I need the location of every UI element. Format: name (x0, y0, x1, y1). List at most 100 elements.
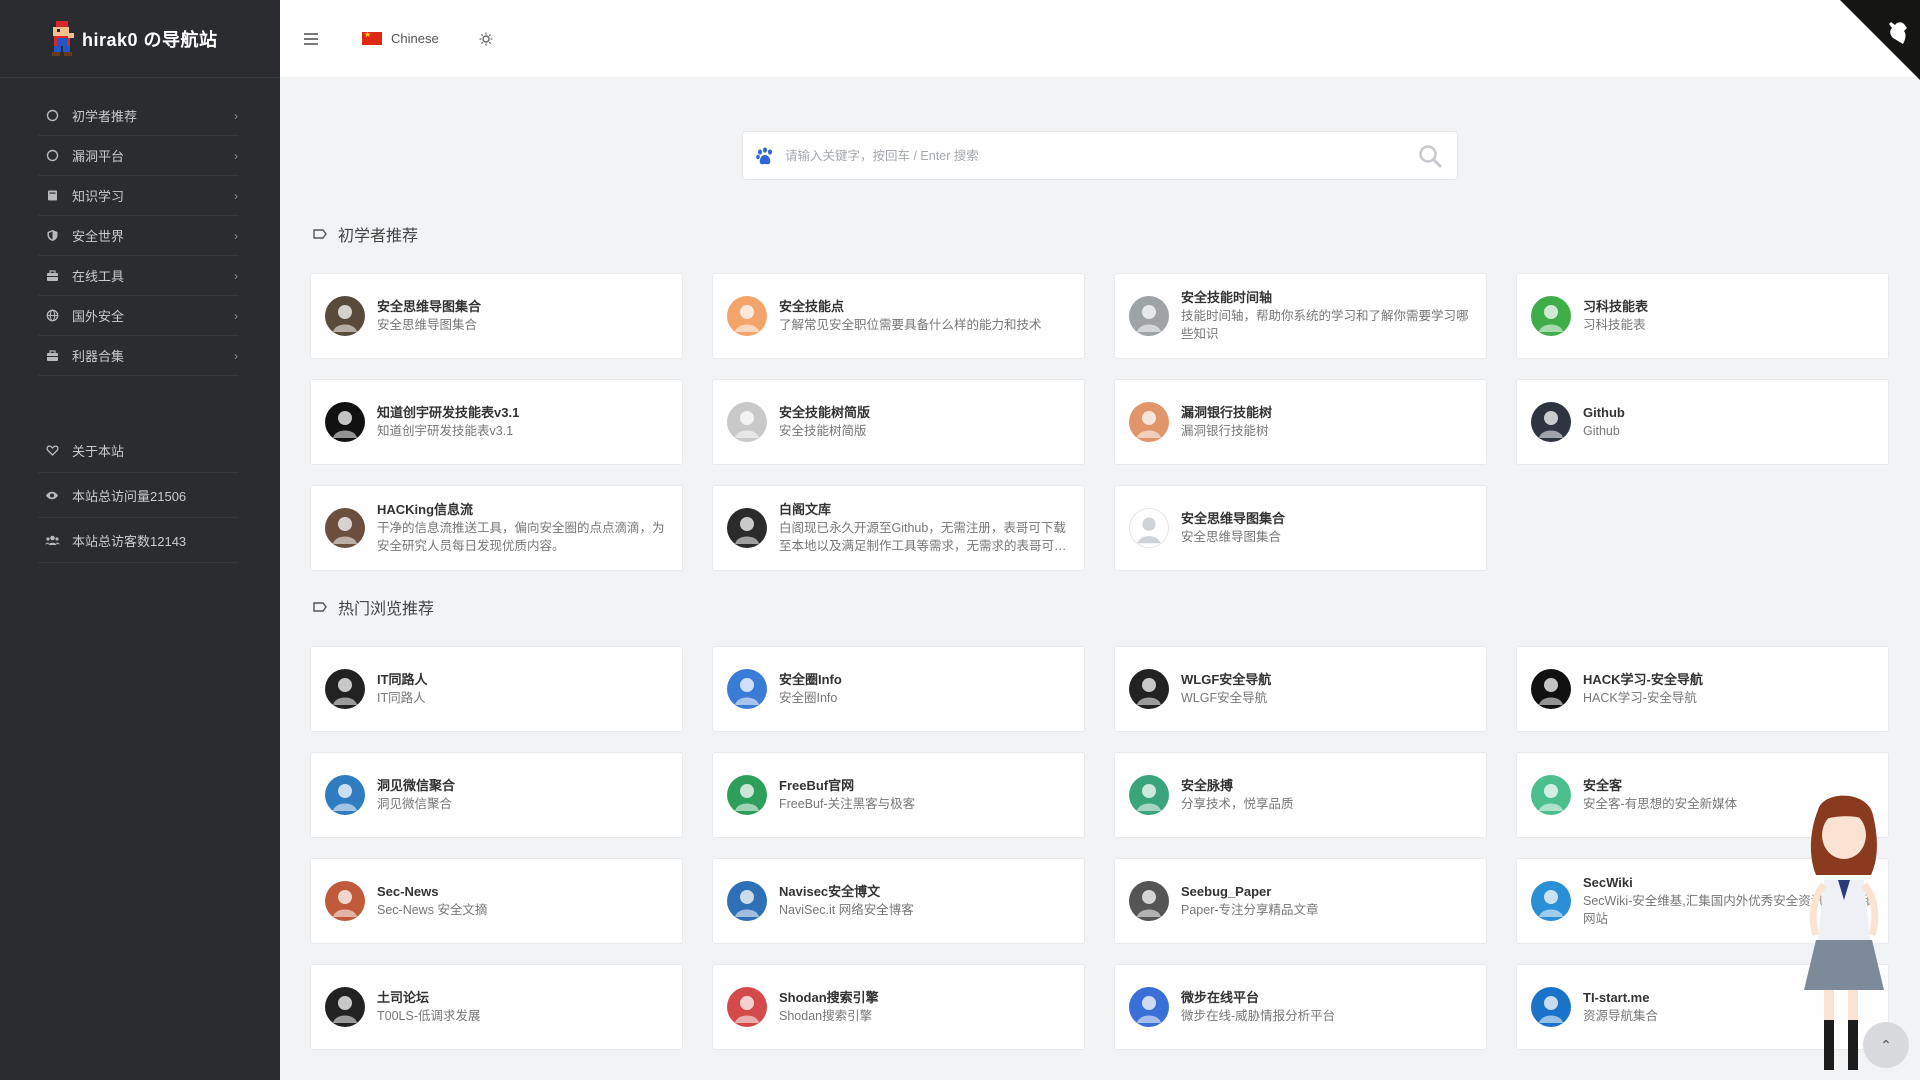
site-card[interactable]: 漏洞银行技能树 漏洞银行技能树 (1114, 379, 1487, 465)
chevron-right-icon: › (234, 188, 238, 203)
site-description: WLGF安全导航 (1181, 691, 1268, 705)
site-title: Shodan搜索引擎 (779, 990, 879, 1005)
china-flag-icon (362, 30, 382, 45)
sidebar-item-3[interactable]: 知识学习 › (38, 176, 238, 216)
sidebar-extra-item-2: 本站总访问量21506 (38, 473, 238, 518)
site-logo-icon (1129, 669, 1169, 709)
site-title: 漏洞银行技能树 (1181, 405, 1273, 420)
language-switcher[interactable]: Chinese (362, 30, 439, 46)
toolbox-icon (44, 348, 60, 364)
site-description: 了解常见安全职位需要具备什么样的能力和技术 (779, 318, 1042, 332)
site-card[interactable]: HACK学习-安全导航 HACK学习-安全导航 (1516, 646, 1889, 732)
site-description: T00LS-低调求发展 (377, 1009, 481, 1023)
site-description: Paper-专注分享精品文章 (1181, 903, 1319, 917)
site-title: HACKing信息流 (377, 502, 474, 517)
brand-logo[interactable]: hirak0 の导航站 (0, 0, 280, 78)
site-card[interactable]: FreeBuf官网 FreeBuf-关注黑客与极客 (712, 752, 1085, 838)
site-description: 干净的信息流推送工具，偏向安全圈的点点滴滴，为安全研究人员每日发现优质内容。 (377, 521, 665, 553)
sidebar-extra-label: 关于本站 (72, 443, 125, 459)
circle-icon (44, 148, 60, 164)
sidebar-extra-item-3: 本站总访客数12143 (38, 518, 238, 563)
site-card[interactable]: 土司论坛 T00LS-低调求发展 (310, 964, 683, 1050)
sidebar-item-1[interactable]: 初学者推荐 › (38, 96, 238, 136)
baidu-paw-icon[interactable] (755, 146, 775, 166)
site-card[interactable]: 安全技能点 了解常见安全职位需要具备什么样的能力和技术 (712, 273, 1085, 359)
sidebar-extra-item-1[interactable]: 关于本站 (38, 428, 238, 473)
site-description: Github (1583, 424, 1620, 438)
site-title: 安全技能树简版 (779, 405, 871, 420)
site-card[interactable]: 安全技能时间轴 技能时间轴，帮助你系统的学习和了解你需要学习哪些知识 (1114, 273, 1487, 359)
sidebar-item-6[interactable]: 国外安全 › (38, 296, 238, 336)
back-to-top-button[interactable]: ⌃ (1863, 1022, 1909, 1068)
site-title: 土司论坛 (377, 990, 430, 1005)
sidebar: hirak0 の导航站 初学者推荐 › 漏洞平台 › 知识学习 › 安全世界 › 在线工具 › 国外… (0, 0, 280, 1080)
site-card[interactable]: 知道创宇研发技能表v3.1 知道创宇研发技能表v3.1 (310, 379, 683, 465)
section-title-text: 初学者推荐 (338, 228, 419, 245)
site-card[interactable]: 白阁文库 白阁现已永久开源至Github，无需注册，表哥可下载至本地以及满足制作工… (712, 485, 1085, 571)
site-title: Github (1583, 405, 1625, 420)
globe-icon (44, 308, 60, 324)
site-card[interactable]: 洞见微信聚合 洞见微信聚合 (310, 752, 683, 838)
site-description: 白阁现已永久开源至Github，无需注册，表哥可下载至本地以及满足制作工具等需求… (779, 521, 1067, 553)
shield-icon (44, 228, 60, 244)
site-description: 知道创宇研发技能表v3.1 (377, 424, 514, 438)
site-card[interactable]: 习科技能表 习科技能表 (1516, 273, 1889, 359)
site-logo-icon (325, 775, 365, 815)
site-title: 安全圈Info (779, 672, 842, 687)
theme-toggle-icon[interactable] (477, 30, 495, 48)
book-icon (44, 188, 60, 204)
site-description: 安全思维导图集合 (377, 318, 478, 332)
heart-icon (44, 442, 60, 458)
chevron-right-icon: › (234, 308, 238, 323)
site-title: HACK学习-安全导航 (1583, 672, 1703, 687)
language-label: Chinese (391, 31, 439, 46)
site-title: TI-start.me (1583, 990, 1650, 1005)
site-logo-icon (325, 881, 365, 921)
site-card[interactable]: 安全脉搏 分享技术，悦享品质 (1114, 752, 1487, 838)
search-icon[interactable] (1417, 143, 1443, 169)
site-description: 安全技能树简版 (779, 424, 867, 438)
site-title: Seebug_Paper (1181, 884, 1272, 899)
site-card[interactable]: 安全圈Info 安全圈Info (712, 646, 1085, 732)
github-corner-icon[interactable] (1840, 0, 1920, 80)
site-logo-icon (1531, 881, 1571, 921)
sidebar-item-7[interactable]: 利器合集 › (38, 336, 238, 376)
site-logo-icon (325, 402, 365, 442)
menu-toggle-icon[interactable] (304, 29, 324, 49)
sidebar-item-4[interactable]: 安全世界 › (38, 216, 238, 256)
search-input[interactable] (785, 148, 1417, 163)
sidebar-item-label: 漏洞平台 (72, 149, 125, 164)
site-card[interactable]: WLGF安全导航 WLGF安全导航 (1114, 646, 1487, 732)
site-logo-icon (1531, 987, 1571, 1027)
site-title: 安全思维导图集合 (377, 299, 482, 314)
circle-icon (44, 108, 60, 124)
site-card[interactable]: 微步在线平台 微步在线-威胁情报分析平台 (1114, 964, 1487, 1050)
site-title: 安全思维导图集合 (1181, 511, 1286, 526)
site-logo-icon (1129, 881, 1169, 921)
sidebar-item-5[interactable]: 在线工具 › (38, 256, 238, 296)
chevron-right-icon: › (234, 268, 238, 283)
sidebar-item-label: 知识学习 (72, 189, 125, 204)
site-logo-icon (1129, 508, 1169, 548)
site-logo-icon (727, 881, 767, 921)
site-logo-icon (325, 296, 365, 336)
site-card[interactable]: Github Github (1516, 379, 1889, 465)
site-card[interactable]: IT同路人 IT同路人 (310, 646, 683, 732)
site-card[interactable]: Seebug_Paper Paper-专注分享精品文章 (1114, 858, 1487, 944)
site-card[interactable]: 安全思维导图集合 安全思维导图集合 (310, 273, 683, 359)
site-title: 安全客 (1583, 778, 1623, 793)
site-card[interactable]: Navisec安全博文 NaviSec.it 网络安全博客 (712, 858, 1085, 944)
site-logo-icon (727, 987, 767, 1027)
site-card[interactable]: Sec-News Sec-News 安全文摘 (310, 858, 683, 944)
site-card[interactable]: HACKing信息流干净的信息流推送工具，偏向安全圈的点点滴滴，为安全研究人员每… (310, 485, 683, 571)
site-card[interactable]: 安全技能树简版 安全技能树简版 (712, 379, 1085, 465)
site-logo-icon (325, 508, 365, 548)
sidebar-item-2[interactable]: 漏洞平台 › (38, 136, 238, 176)
site-title: IT同路人 (377, 672, 428, 687)
site-logo-icon (325, 987, 365, 1027)
site-card[interactable]: Shodan搜索引擎 Shodan搜索引擎 (712, 964, 1085, 1050)
toolbox-icon (44, 268, 60, 284)
chevron-right-icon: › (234, 148, 238, 163)
site-card[interactable]: 安全思维导图集合 安全思维导图集合 (1114, 485, 1487, 571)
sidebar-extra: 关于本站本站总访问量21506 本站总访客数12143 (0, 428, 280, 563)
